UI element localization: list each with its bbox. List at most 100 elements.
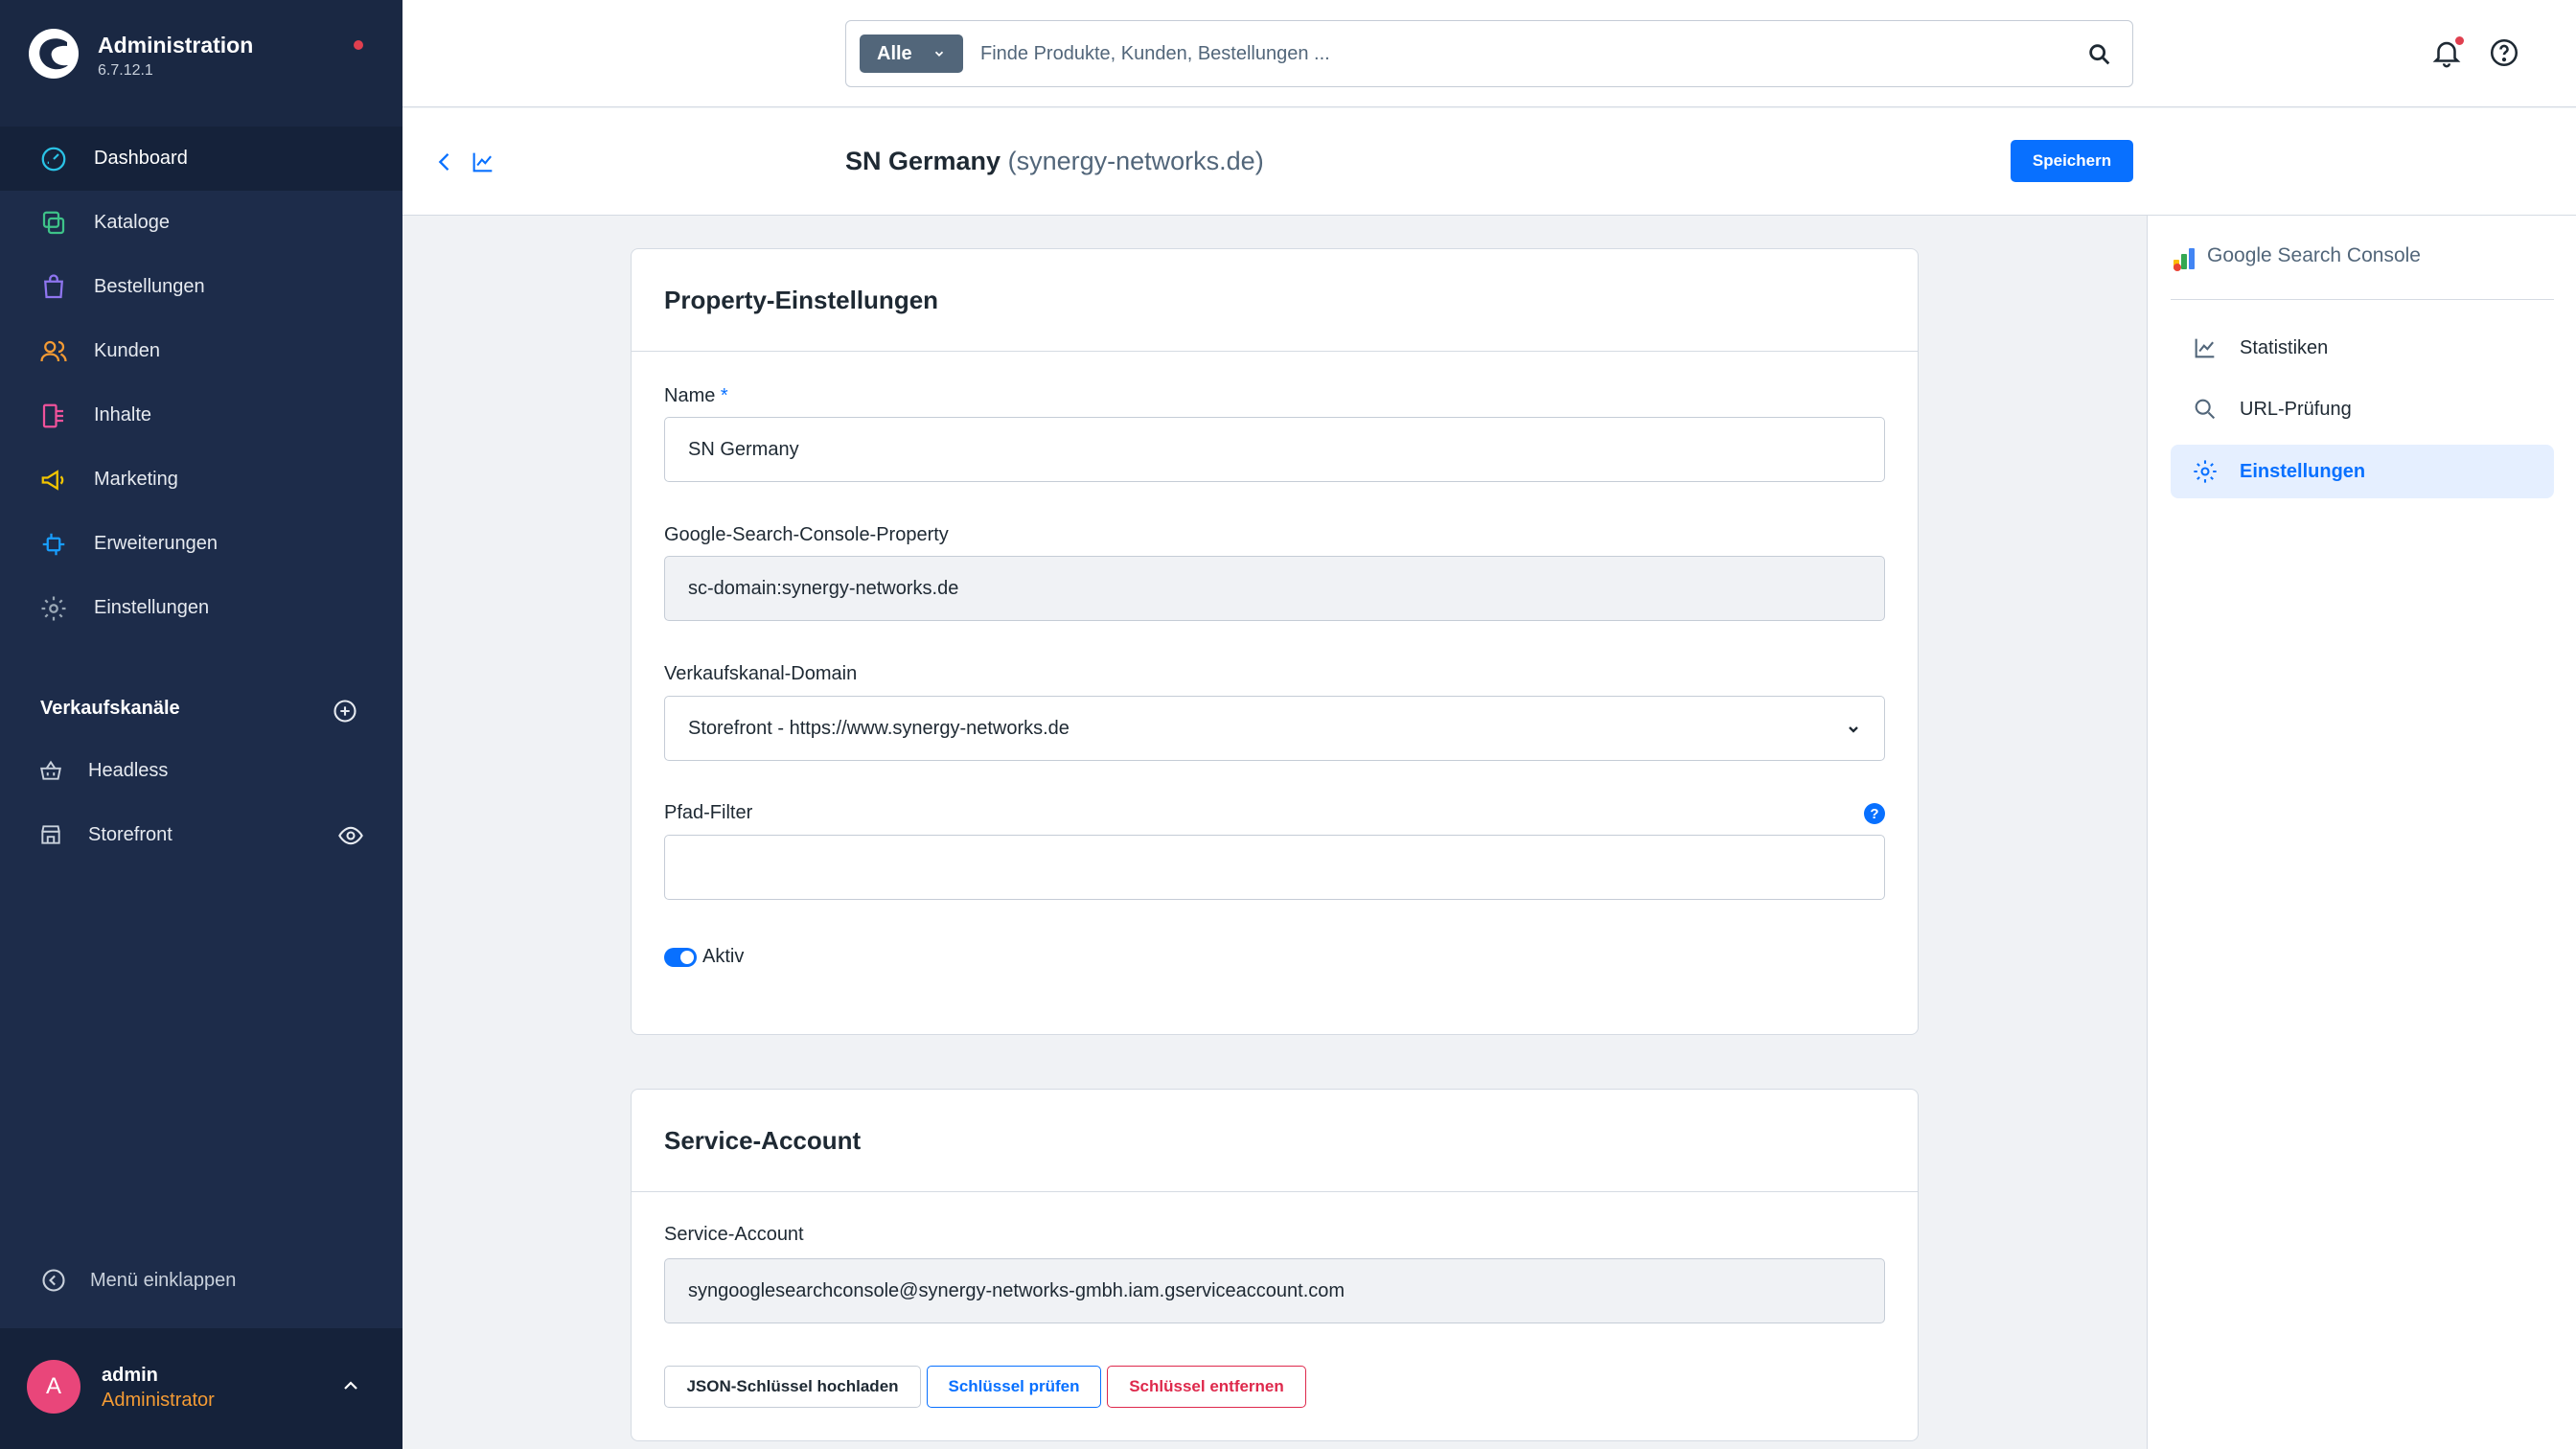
nav-label: Dashboard: [94, 148, 188, 169]
nav-item-marketing[interactable]: Marketing: [0, 448, 402, 512]
nav-label: Kataloge: [94, 212, 170, 233]
user-name: admin: [102, 1365, 158, 1386]
nav-item-erweiterungen[interactable]: Erweiterungen: [0, 512, 402, 576]
storefront-icon: [38, 821, 65, 848]
help-badge-icon[interactable]: ?: [1864, 803, 1885, 824]
domain-value: Storefront - https://www.synergy-network…: [688, 717, 1070, 739]
name-field[interactable]: SN Germany: [664, 417, 1885, 482]
help-icon[interactable]: [2488, 36, 2520, 69]
path-filter-label: Pfad-Filter: [664, 802, 753, 823]
card-title: Service-Account: [632, 1090, 1918, 1192]
shopware-logo-icon: [29, 29, 79, 79]
sidebar: Administration 6.7.12.1 Dashboard Katalo…: [0, 0, 402, 1449]
nav-item-dashboard[interactable]: Dashboard: [0, 126, 402, 191]
active-toggle[interactable]: [664, 947, 697, 967]
marketing-icon: [38, 465, 69, 495]
rp-item-url-pruefung[interactable]: URL-Prüfung: [2171, 382, 2554, 436]
chart-icon: [2195, 338, 2215, 358]
name-label: Name *: [664, 385, 728, 407]
page-title-sub: (synergy-networks.de): [1007, 147, 1264, 175]
gear-icon: [2194, 460, 2217, 483]
rp-item-einstellungen[interactable]: Einstellungen: [2171, 445, 2554, 498]
search-icon: [2195, 399, 2216, 420]
rp-item-label: URL-Prüfung: [2240, 398, 2352, 420]
user-role: Administrator: [102, 1390, 215, 1411]
brand-header: Administration 6.7.12.1: [0, 0, 402, 126]
dashboard-icon: [38, 144, 69, 174]
back-icon[interactable]: [431, 149, 458, 175]
extensions-icon: [38, 529, 69, 560]
nav-label: Kunden: [94, 340, 160, 361]
check-key-button[interactable]: Schlüssel prüfen: [927, 1366, 1101, 1408]
path-filter-field[interactable]: [664, 835, 1885, 900]
rp-item-label: Einstellungen: [2240, 460, 2366, 482]
name-value: SN Germany: [688, 438, 799, 460]
rp-item-statistiken[interactable]: Statistiken: [2171, 321, 2554, 375]
page-title: SN Germany (synergy-networks.de): [845, 147, 1264, 176]
active-toggle-row[interactable]: Aktiv: [664, 946, 744, 968]
required-marker: *: [720, 385, 728, 406]
notification-dot: [354, 40, 363, 50]
property-value: sc-domain:synergy-networks.de: [688, 577, 959, 599]
page-title-main: SN Germany: [845, 147, 1001, 175]
chevron-left-circle-icon: [42, 1269, 65, 1292]
nav-label: Bestellungen: [94, 276, 205, 297]
sales-channels-title: Verkaufskanäle: [40, 698, 180, 719]
basket-icon: [38, 757, 65, 784]
service-account-card: Service-Account Service-Account syngoogl…: [631, 1089, 1919, 1441]
search-icon[interactable]: [2086, 41, 2113, 68]
user-menu[interactable]: A admin Administrator: [0, 1328, 402, 1449]
nav-item-bestellungen[interactable]: Bestellungen: [0, 255, 402, 319]
settings-icon: [38, 593, 69, 624]
eye-icon[interactable]: [337, 822, 364, 849]
domain-label: Verkaufskanal-Domain: [664, 663, 858, 684]
notification-badge: [2455, 36, 2464, 45]
orders-icon: [38, 272, 69, 303]
nav-label: Marketing: [94, 469, 178, 490]
chart-icon[interactable]: [470, 149, 496, 175]
app-version: 6.7.12.1: [98, 62, 153, 79]
property-field: sc-domain:synergy-networks.de: [664, 556, 1885, 621]
domain-select[interactable]: Storefront - https://www.synergy-network…: [664, 696, 1885, 761]
nav-label: Inhalte: [94, 404, 152, 426]
sales-channel-label: Storefront: [88, 823, 172, 845]
nav-item-einstellungen[interactable]: Einstellungen: [0, 576, 402, 640]
app-title: Administration: [98, 33, 254, 58]
search-input[interactable]: [980, 34, 2035, 73]
nav-item-kataloge[interactable]: Kataloge: [0, 191, 402, 255]
service-account-field: syngooglesearchconsole@synergy-networks-…: [664, 1258, 1885, 1323]
remove-key-button[interactable]: Schlüssel entfernen: [1107, 1366, 1306, 1408]
top-bar: Alle: [402, 0, 2576, 107]
nav-item-kunden[interactable]: Kunden: [0, 319, 402, 383]
service-account-value: syngooglesearchconsole@synergy-networks-…: [688, 1279, 1346, 1301]
property-label: Google-Search-Console-Property: [664, 524, 949, 545]
nav-label: Einstellungen: [94, 597, 210, 618]
customers-icon: [38, 336, 69, 367]
name-label-text: Name: [664, 385, 716, 406]
chevron-up-icon[interactable]: [339, 1374, 362, 1397]
nav-item-inhalte[interactable]: Inhalte: [0, 383, 402, 448]
collapse-menu-button[interactable]: Menü einklappen: [40, 1267, 236, 1294]
sales-channel-label: Headless: [88, 759, 169, 781]
chevron-down-icon: [1849, 726, 1858, 733]
gsc-title: Google Search Console: [2207, 244, 2421, 266]
chevron-down-icon: [934, 51, 944, 57]
sales-channel-storefront[interactable]: Storefront: [0, 806, 402, 863]
add-sales-channel-icon[interactable]: [332, 698, 358, 724]
global-search: Alle: [845, 20, 2133, 87]
card-title: Property-Einstellungen: [632, 249, 1918, 352]
save-button[interactable]: Speichern: [2011, 140, 2133, 182]
gsc-header: Google Search Console: [2171, 244, 2554, 300]
sales-channel-headless[interactable]: Headless: [0, 742, 402, 799]
search-type-select[interactable]: Alle: [860, 34, 963, 73]
main-nav: Dashboard Kataloge Bestellungen Kunden I…: [0, 126, 402, 640]
avatar: A: [27, 1360, 80, 1414]
upload-json-key-button[interactable]: JSON-Schlüssel hochladen: [664, 1366, 921, 1408]
rp-item-label: Statistiken: [2240, 336, 2329, 358]
nav-label: Erweiterungen: [94, 533, 218, 554]
content-icon: [38, 401, 69, 431]
active-label: Aktiv: [702, 946, 745, 967]
collapse-label: Menü einklappen: [90, 1269, 237, 1291]
service-account-label: Service-Account: [664, 1224, 804, 1245]
search-type-label: Alle: [877, 42, 912, 64]
